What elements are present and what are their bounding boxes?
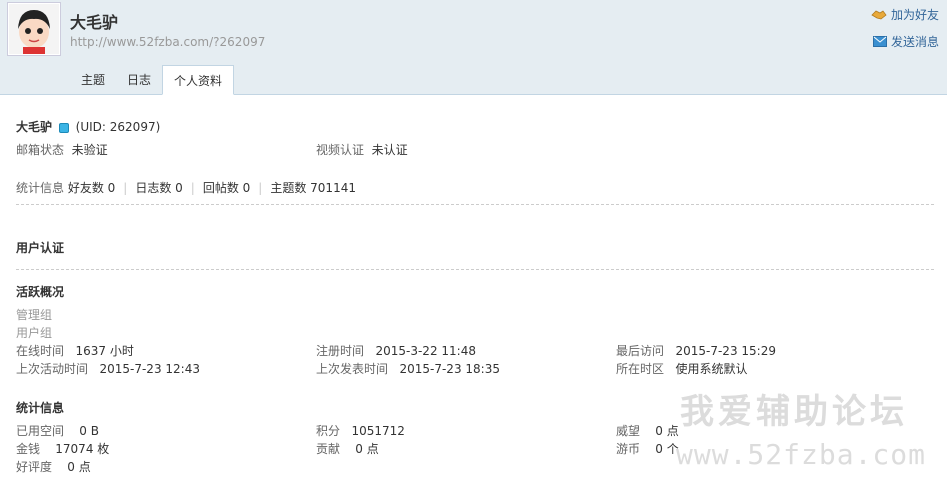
email-status: 邮箱状态 未验证 <box>16 141 108 158</box>
timezone-label: 所在时区 <box>616 362 665 376</box>
online-dot-icon <box>58 122 69 133</box>
replies-count[interactable]: 回帖数 0 <box>203 181 250 195</box>
tab-profile[interactable]: 个人资料 <box>162 65 235 95</box>
watermark-url: www.52fzba.com <box>676 438 927 471</box>
contribution: 贡献 0 点 <box>316 440 379 457</box>
prestige-label: 威望 <box>616 424 641 438</box>
register-time: 注册时间 2015-3-22 11:48 <box>316 342 476 359</box>
points: 积分 1051712 <box>316 422 405 439</box>
blogs-count[interactable]: 日志数 0 <box>135 181 182 195</box>
avatar[interactable] <box>7 2 61 56</box>
money-value: 17074 枚 <box>55 442 110 456</box>
prestige: 威望 0 点 <box>616 422 679 439</box>
points-value: 1051712 <box>351 424 405 438</box>
contribution-label: 贡献 <box>316 442 341 456</box>
last-visit: 最后访问 2015-7-23 15:29 <box>616 342 776 359</box>
prestige-value: 0 点 <box>655 424 679 438</box>
register-time-label: 注册时间 <box>316 344 365 358</box>
rating-label: 好评度 <box>16 460 53 474</box>
online-time-value: 1637 小时 <box>75 344 134 358</box>
timezone: 所在时区 使用系统默认 <box>616 360 747 377</box>
add-friend-button[interactable]: 加为好友 <box>871 6 939 23</box>
last-active: 上次活动时间 2015-7-23 12:43 <box>16 360 200 377</box>
envelope-icon <box>872 36 887 47</box>
online-time: 在线时间 1637 小时 <box>16 342 134 359</box>
divider <box>16 269 934 270</box>
rating-value: 0 点 <box>67 460 91 474</box>
last-post-label: 上次发表时间 <box>316 362 389 376</box>
money: 金钱 17074 枚 <box>16 440 109 457</box>
send-message-button[interactable]: 发送消息 <box>872 33 939 50</box>
used-space-label: 已用空间 <box>16 424 65 438</box>
last-post-value: 2015-7-23 18:35 <box>399 362 500 376</box>
stats-summary-label: 统计信息 <box>16 181 65 195</box>
profile-tabs: 主题 日志 个人资料 <box>70 65 235 95</box>
video-status-value: 未认证 <box>371 143 408 157</box>
used-space: 已用空间 0 B <box>16 422 99 439</box>
handshake-icon <box>871 9 887 19</box>
avatar-image <box>9 4 59 54</box>
last-visit-label: 最后访问 <box>616 344 665 358</box>
last-active-label: 上次活动时间 <box>16 362 89 376</box>
activity-section-title: 活跃概况 <box>16 285 65 299</box>
points-label: 积分 <box>316 424 341 438</box>
game-coin-label: 游币 <box>616 442 641 456</box>
stats-section-title: 统计信息 <box>16 401 65 415</box>
profile-name-row: 大毛驴 (UID: 262097) <box>16 118 160 135</box>
admin-group: 管理组 <box>16 308 53 322</box>
tab-threads[interactable]: 主题 <box>70 65 116 95</box>
video-status-label: 视频认证 <box>316 143 365 157</box>
profile-name: 大毛驴 <box>16 120 53 134</box>
video-status: 视频认证 未认证 <box>316 141 408 158</box>
game-coin: 游币 0 个 <box>616 440 679 457</box>
contribution-value: 0 点 <box>355 442 379 456</box>
email-status-label: 邮箱状态 <box>16 143 65 157</box>
threads-count[interactable]: 主题数 701141 <box>270 181 356 195</box>
send-message-label: 发送消息 <box>890 35 939 49</box>
user-group: 用户组 <box>16 326 53 340</box>
rating: 好评度 0 点 <box>16 458 91 475</box>
register-time-value: 2015-3-22 11:48 <box>375 344 476 358</box>
profile-header: 大毛驴 http://www.52fzba.com/?262097 加为好友 发… <box>0 0 947 95</box>
watermark-title: 我爱辅助论坛 <box>680 392 908 432</box>
profile-uid: (UID: 262097) <box>75 120 161 134</box>
header-url[interactable]: http://www.52fzba.com/?262097 <box>70 35 265 49</box>
tab-blogs[interactable]: 日志 <box>116 65 162 95</box>
header-username: 大毛驴 <box>70 13 119 32</box>
add-friend-label: 加为好友 <box>890 8 939 22</box>
timezone-value: 使用系统默认 <box>675 362 748 376</box>
last-visit-value: 2015-7-23 15:29 <box>675 344 776 358</box>
last-active-value: 2015-7-23 12:43 <box>99 362 200 376</box>
online-time-label: 在线时间 <box>16 344 65 358</box>
divider <box>16 204 934 205</box>
used-space-value: 0 B <box>79 424 99 438</box>
auth-section-title: 用户认证 <box>16 241 65 255</box>
email-status-value: 未验证 <box>71 143 108 157</box>
stats-summary: 统计信息 好友数 0 | 日志数 0 | 回帖数 0 | 主题数 701141 <box>16 181 356 195</box>
friends-count[interactable]: 好友数 0 <box>68 181 115 195</box>
money-label: 金钱 <box>16 442 41 456</box>
last-post: 上次发表时间 2015-7-23 18:35 <box>316 360 500 377</box>
